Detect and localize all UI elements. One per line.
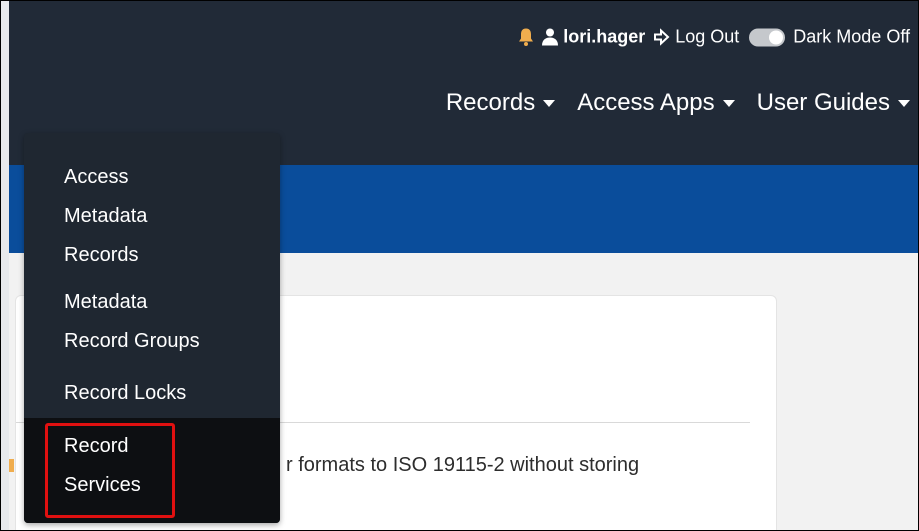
menu-user-guides[interactable]: User Guides	[757, 89, 910, 117]
dropdown-item-line: Metadata	[64, 291, 148, 313]
chevron-down-icon	[543, 99, 556, 107]
menu-records-label: Records	[445, 89, 536, 116]
dropdown-item-line: Record Groups	[64, 330, 200, 352]
main-menu: Records Access Apps User Guides	[446, 89, 910, 117]
toggle-knob	[769, 30, 784, 44]
menu-access-apps-label: Access Apps	[577, 89, 715, 116]
dropdown-item-line: Record Locks	[64, 382, 187, 404]
card-description: r formats to ISO 19115-2 without storing	[286, 454, 640, 476]
bell-icon[interactable]	[517, 28, 535, 47]
dropdown-item-line: Records	[64, 244, 139, 266]
highlight-annotation-box	[45, 423, 175, 518]
app-frame: lori.hager Log Out Dark Mode Off Records…	[0, 0, 919, 531]
dropdown-item-metadata-record-groups[interactable]: Metadata Record Groups	[64, 283, 200, 361]
records-dropdown-menu: Access Metadata Records Metadata Record …	[24, 133, 280, 523]
dropdown-item-line: Access	[64, 166, 129, 188]
menu-access-apps[interactable]: Access Apps	[577, 89, 735, 117]
dropdown-item-record-locks[interactable]: Record Locks	[64, 374, 186, 413]
menu-records[interactable]: Records	[445, 89, 556, 117]
logout-icon	[654, 28, 670, 46]
menu-user-guides-label: User Guides	[756, 89, 890, 116]
dark-mode-label: Dark Mode Off	[793, 26, 910, 47]
chevron-down-icon	[898, 99, 910, 107]
logout-link[interactable]: Log Out	[675, 27, 739, 48]
chevron-down-icon	[722, 99, 735, 107]
dark-mode-toggle[interactable]	[749, 28, 786, 46]
user-bar: lori.hager Log Out Dark Mode Off	[517, 27, 910, 48]
user-icon	[542, 28, 559, 46]
dropdown-item-access-metadata-records[interactable]: Access Metadata Records	[64, 158, 147, 275]
left-edge-marker	[9, 459, 14, 472]
dropdown-item-line: Metadata	[64, 205, 148, 227]
username-link[interactable]: lori.hager	[563, 27, 645, 48]
